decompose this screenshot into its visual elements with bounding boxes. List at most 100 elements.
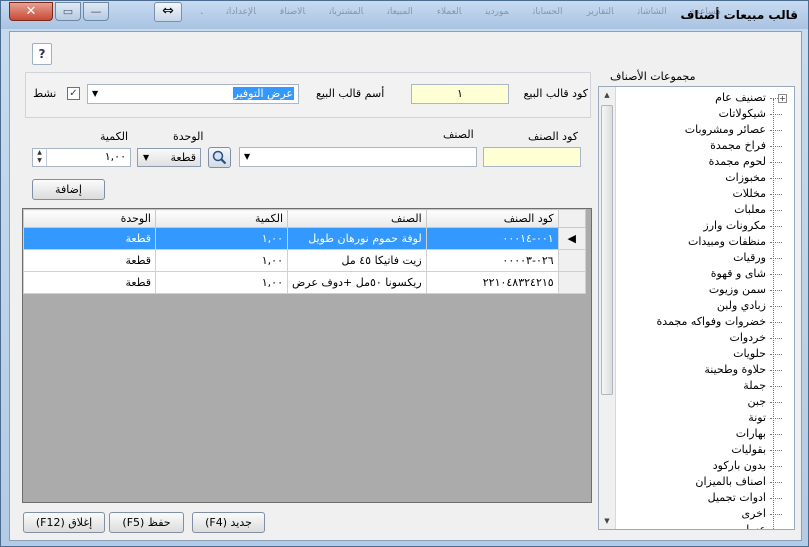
- column-header-qty[interactable]: الكمية: [155, 209, 288, 228]
- tree-item[interactable]: حلويات: [616, 346, 794, 362]
- table-row[interactable]: ٢٢١٠٤٨٣٢٤٢١٥ ريكسونا ٥٠مل +دوف عرض ١,٠٠ قطع…: [23, 271, 586, 294]
- background-menu-item: العملاء: [436, 7, 462, 17]
- tree-item[interactable]: فراخ مجمدة: [616, 138, 794, 154]
- tree-item[interactable]: بقوليات: [616, 442, 794, 458]
- search-button[interactable]: [208, 147, 231, 168]
- tree-item[interactable]: سمن وزيوت: [616, 282, 794, 298]
- tree-item-label: مخللات: [732, 187, 766, 200]
- form-body: ? كود قالب البيع ١ أسم قالب البيع ▼ عرض …: [9, 31, 802, 541]
- tree-item[interactable]: عسل: [616, 522, 794, 529]
- chevron-down-icon[interactable]: ▼: [143, 149, 149, 166]
- tree-item[interactable]: شيكولاتات: [616, 106, 794, 122]
- tree-item[interactable]: مخللات: [616, 186, 794, 202]
- cell-code[interactable]: ٢٢١٠٤٨٣٢٤٢١٥: [425, 271, 559, 294]
- cell-unit[interactable]: قطعة: [23, 249, 156, 272]
- scroll-down-icon[interactable]: ▼: [599, 514, 615, 528]
- tree-item[interactable]: تونة: [616, 410, 794, 426]
- tree-item[interactable]: جملة: [616, 378, 794, 394]
- template-code-field[interactable]: ١: [411, 84, 509, 104]
- new-button[interactable]: جديد (F4): [192, 512, 265, 533]
- tree-item[interactable]: مخبوزات: [616, 170, 794, 186]
- window-title: قالب مبيعات أصناف: [680, 8, 798, 22]
- chevron-down-icon[interactable]: ▼: [92, 85, 98, 103]
- background-menu-item: التقارير: [586, 7, 614, 17]
- background-menu: مساعدةالشاشاتالتقاريرالحساباتموردينالعمل…: [201, 7, 721, 21]
- tree-item[interactable]: خردوات: [616, 330, 794, 346]
- chevron-down-icon[interactable]: ▼: [244, 148, 250, 166]
- column-header-item[interactable]: الصنف: [287, 209, 427, 228]
- background-menu-item: الشاشات: [637, 7, 667, 17]
- tree-item[interactable]: شاى و قهوة: [616, 266, 794, 282]
- title-bar: ✕ ▭ — ⇔ مساعدةالشاشاتالتقاريرالحساباتمور…: [1, 1, 808, 29]
- tree-item-label: جبن: [747, 395, 767, 408]
- row-indicator[interactable]: [557, 271, 586, 294]
- template-header-group: كود قالب البيع ١ أسم قالب البيع ▼ عرض ال…: [25, 72, 591, 118]
- template-name-label: أسم قالب البيع: [316, 87, 385, 100]
- items-grid: كود الصنف الصنف الكمية الوحدة ◀ ٠٠١-٠٠٠١٤…: [22, 208, 592, 503]
- tree-item[interactable]: جبن: [616, 394, 794, 410]
- tree-item[interactable]: ورقيات: [616, 250, 794, 266]
- close-button[interactable]: إغلاق (F12): [23, 512, 105, 533]
- column-header-unit[interactable]: الوحدة: [23, 209, 156, 228]
- tree-item[interactable]: بهارات: [616, 426, 794, 442]
- cell-item[interactable]: زيت فاتيكا ٤٥ مل: [287, 249, 427, 272]
- quantity-stepper[interactable]: ▲ ▼ ١,٠٠: [32, 148, 131, 167]
- help-icon[interactable]: ?: [32, 43, 52, 65]
- tree-item-label: بهارات: [735, 427, 766, 440]
- active-label: نشط: [33, 87, 57, 100]
- tree-item[interactable]: اصناف بالميزان: [616, 474, 794, 490]
- table-row[interactable]: ٠٢٦-٠٠٠٠٣ زيت فاتيكا ٤٥ مل ١,٠٠ قطعة: [23, 249, 586, 272]
- maximize-button[interactable]: ▭: [55, 2, 81, 21]
- tree-item[interactable]: زبادي ولبن: [616, 298, 794, 314]
- row-indicator[interactable]: [557, 249, 586, 272]
- save-button[interactable]: حفظ (F5): [109, 512, 184, 533]
- tree-item[interactable]: منظفات ومبيدات: [616, 234, 794, 250]
- cell-item[interactable]: لوفة حموم نورهان طويل: [287, 227, 427, 250]
- active-checkbox[interactable]: ✓: [67, 87, 80, 100]
- background-menu-item: الأصناف: [279, 7, 306, 17]
- scroll-thumb[interactable]: [601, 105, 613, 395]
- close-window-button[interactable]: ✕: [9, 2, 53, 21]
- tree-item-label: تونة: [748, 411, 766, 424]
- main-window: ✕ ▭ — ⇔ مساعدةالشاشاتالتقاريرالحساباتمور…: [0, 0, 809, 547]
- tree-item[interactable]: حلاوة وطحينة: [616, 362, 794, 378]
- tree-item[interactable]: بدون باركود: [616, 458, 794, 474]
- cell-unit[interactable]: قطعة: [23, 227, 156, 250]
- stepper-arrows-icon[interactable]: ▲ ▼: [33, 149, 47, 166]
- tree-scrollbar[interactable]: ▲ ▼: [599, 87, 616, 529]
- groups-label: مجموعات الأصناف: [610, 70, 696, 83]
- row-indicator[interactable]: ◀: [557, 227, 586, 250]
- minimize-button[interactable]: —: [83, 2, 109, 21]
- cell-code[interactable]: ٠٢٦-٠٠٠٠٣: [425, 249, 559, 272]
- add-button[interactable]: إضافة: [32, 179, 105, 200]
- tree-item-label: جملة: [743, 379, 766, 392]
- tree-item-label: شاى و قهوة: [710, 267, 766, 280]
- cell-qty[interactable]: ١,٠٠: [155, 249, 288, 272]
- swap-arrows-icon[interactable]: ⇔: [154, 2, 182, 22]
- tree-item[interactable]: عصائر ومشروبات: [616, 122, 794, 138]
- tree-item-label: مخبوزات: [725, 171, 766, 184]
- tree-item-label: شيكولاتات: [718, 107, 766, 120]
- cell-qty[interactable]: ١,٠٠: [155, 271, 288, 294]
- cell-unit[interactable]: قطعة: [23, 271, 156, 294]
- tree-item[interactable]: معلبات: [616, 202, 794, 218]
- tree-item[interactable]: لحوم مجمدة: [616, 154, 794, 170]
- cell-code[interactable]: ٠٠١-٠٠٠١٤: [425, 227, 559, 250]
- template-name-field[interactable]: ▼ عرض التوفير: [87, 84, 299, 104]
- tree-item[interactable]: مكرونات وارز: [616, 218, 794, 234]
- expand-icon[interactable]: +: [778, 94, 787, 103]
- cell-qty[interactable]: ١,٠٠: [155, 227, 288, 250]
- tree-item[interactable]: اخرى: [616, 506, 794, 522]
- cell-item[interactable]: ريكسونا ٥٠مل +دوف عرض: [287, 271, 427, 294]
- table-row[interactable]: ◀ ٠٠١-٠٠٠١٤ لوفة حموم نورهان طويل ١,٠٠ قطعة: [23, 227, 586, 250]
- unit-select[interactable]: ▼ قطعة: [137, 148, 201, 167]
- column-header-code[interactable]: كود الصنف: [425, 209, 559, 228]
- tree-item[interactable]: + تصنيف عام: [616, 90, 794, 106]
- quantity-value: ١,٠٠: [104, 150, 126, 163]
- tree-item[interactable]: خضروات وفواكه مجمدة: [616, 314, 794, 330]
- item-select[interactable]: ▼: [239, 147, 477, 167]
- groups-tree[interactable]: ▲ ▼ + تصنيف عام شيكولاتات عصائر ومشروبات فرا…: [598, 86, 795, 530]
- tree-item[interactable]: ادوات تجميل: [616, 490, 794, 506]
- item-code-field[interactable]: [483, 147, 581, 167]
- scroll-up-icon[interactable]: ▲: [599, 88, 615, 102]
